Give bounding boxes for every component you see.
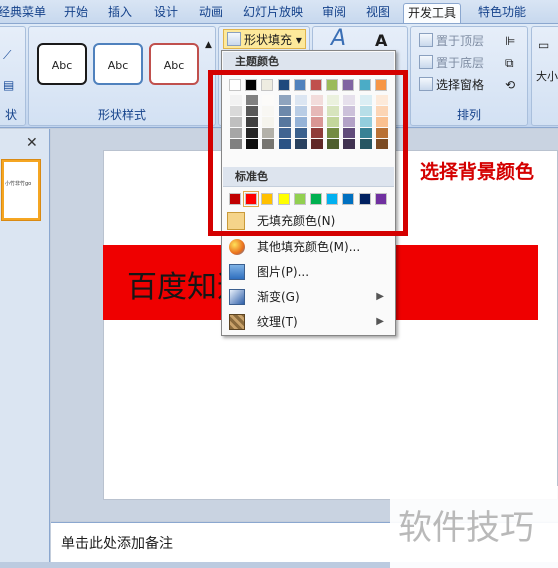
group-objects-icon[interactable]: ⧉ [505, 53, 514, 73]
send-to-bottom-button[interactable]: 置于底层 [419, 53, 484, 73]
close-panel-icon[interactable]: ✕ [26, 135, 38, 151]
style-preset-red[interactable]: Abc [149, 43, 199, 85]
texture-label: 纹理(T) [257, 315, 298, 329]
align-icon[interactable]: ⊫ [505, 31, 515, 51]
slide-thumbnail-1[interactable]: 小竹非竹go [2, 160, 40, 220]
text-fill-a-icon[interactable]: A [375, 31, 387, 51]
tab-start[interactable]: 开始 [60, 3, 92, 23]
more-fill-colors-item[interactable]: 其他填充颜色(M)... [223, 235, 394, 259]
tab-design[interactable]: 设计 [150, 3, 182, 23]
shape-fill-label: 形状填充 [244, 33, 293, 47]
group-label-arrange: 排列 [456, 108, 481, 122]
shape-fill-button[interactable]: 形状填充 ▾ [223, 29, 306, 49]
selection-pane-icon [419, 77, 433, 91]
tab-animation[interactable]: 动画 [195, 3, 227, 23]
gradient-label: 渐变(G) [257, 290, 300, 304]
group-size: ▭ 大小 [531, 26, 558, 126]
annotation-label: 选择背景颜色 [420, 161, 535, 183]
size-icon[interactable]: ▭ [538, 35, 549, 55]
wordart-a-icon[interactable]: A [331, 28, 346, 50]
submenu-arrow-icon: ▶ [376, 316, 384, 327]
bring-to-top-label: 置于顶层 [436, 34, 485, 48]
tab-view[interactable]: 视图 [362, 3, 394, 23]
watermark-text: 软件技巧 [398, 508, 534, 548]
size-label: 大小 [536, 70, 558, 83]
group-label-shapes: 状 [4, 108, 17, 122]
style-preset-blue[interactable]: Abc [93, 43, 143, 85]
picture-label: 图片(P)... [257, 265, 310, 279]
group-insert-shapes: ⟋ ▤ 状 [0, 26, 26, 126]
bring-to-top-button[interactable]: 置于顶层 [419, 31, 484, 51]
tab-insert[interactable]: 插入 [104, 3, 136, 23]
notes-placeholder: 单击此处添加备注 [61, 536, 173, 552]
gradient-item[interactable]: 渐变(G) ▶ [223, 285, 394, 309]
selection-pane-label: 选择窗格 [436, 78, 485, 92]
bring-front-icon [419, 33, 433, 47]
color-palette-icon [229, 239, 245, 255]
send-back-icon [419, 55, 433, 69]
paint-bucket-icon [227, 32, 241, 46]
group-label-shape-style: 形状样式 [97, 108, 146, 122]
selection-pane-button[interactable]: 选择窗格 [419, 75, 484, 95]
style-gallery-scroll-icon[interactable]: ▲ [205, 35, 212, 55]
gradient-icon [229, 289, 245, 305]
picture-item[interactable]: 图片(P)... [223, 260, 394, 284]
group-shape-styles: Abc Abc Abc ▲ 形状样式 [28, 26, 216, 126]
tab-slideshow[interactable]: 幻灯片放映 [239, 3, 307, 23]
tab-special[interactable]: 特色功能 [474, 3, 530, 23]
tab-classic-menu[interactable]: 经典菜单 [0, 3, 50, 23]
group-arrange: 置于顶层 置于底层 选择窗格 ⊫ ⧉ ⟲ 排列 [410, 26, 528, 126]
shape-connector-icon[interactable]: ⟋ [3, 45, 11, 65]
submenu-arrow-icon: ▶ [376, 291, 384, 302]
more-fill-colors-label: 其他填充颜色(M)... [257, 240, 361, 254]
theme-colors-header: 主题颜色 [223, 52, 394, 72]
annotation-highlight-box [208, 70, 408, 236]
shape-list-icon[interactable]: ▤ [3, 75, 14, 95]
thumbnail-text: 小竹非竹go [5, 181, 32, 187]
texture-icon [229, 314, 245, 330]
tab-review[interactable]: 审阅 [318, 3, 350, 23]
style-preset-black[interactable]: Abc [37, 43, 87, 85]
send-to-bottom-label: 置于底层 [436, 56, 485, 70]
tab-developer[interactable]: 开发工具 [403, 3, 462, 23]
picture-icon [229, 264, 245, 280]
rotate-icon[interactable]: ⟲ [505, 75, 515, 95]
ribbon-tab-bar: 经典菜单 开始 插入 设计 动画 幻灯片放映 审阅 视图 开发工具 特色功能 [0, 0, 558, 24]
texture-item[interactable]: 纹理(T) ▶ [223, 310, 394, 334]
